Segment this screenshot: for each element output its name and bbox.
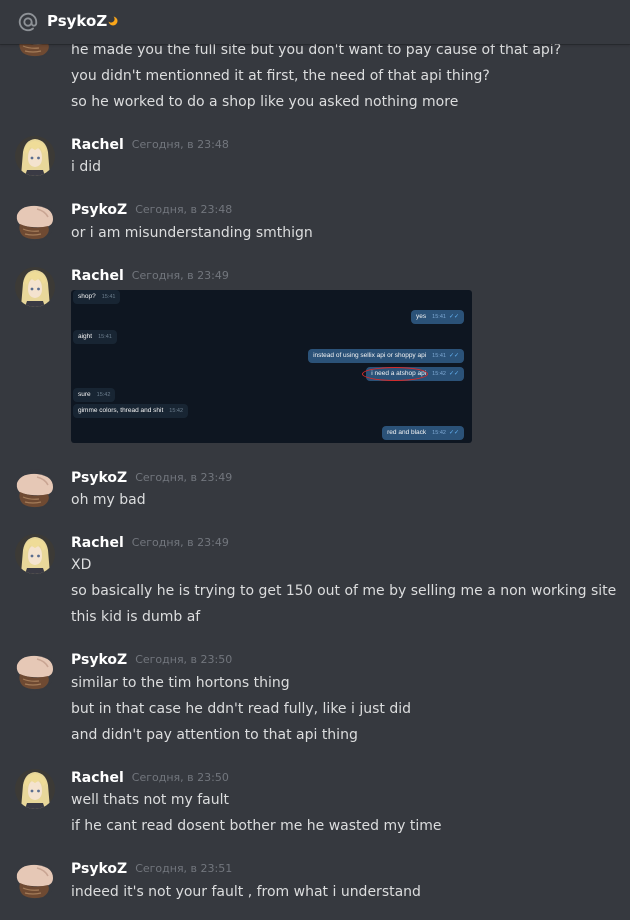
username-label[interactable]: Rachel (71, 535, 124, 551)
username[interactable]: PsykoZ Сегодня, в 23:51 (71, 860, 232, 878)
message-text: but in that case he ddn't read fully, li… (71, 701, 411, 717)
at-sign-icon (18, 12, 38, 32)
avatar[interactable] (15, 136, 55, 176)
message-text: so he worked to do a shop like you asked… (71, 94, 459, 110)
timestamp: Сегодня, в 23:48 (131, 138, 229, 151)
username-label[interactable]: Rachel (71, 770, 124, 786)
timestamp: Сегодня, в 23:49 (131, 536, 229, 549)
message-text: if he cant read dosent bother me he wast… (71, 818, 442, 834)
double-check-icon: ✓✓ (448, 314, 459, 320)
timestamp: Сегодня, в 23:50 (135, 653, 233, 666)
timestamp: Сегодня, в 23:49 (131, 269, 229, 282)
message-text: this kid is dumb af (71, 609, 201, 625)
bubble-text: yes (416, 313, 427, 320)
username[interactable]: Rachel Сегодня, в 23:48 (71, 136, 229, 154)
message-text: indeed it's not your fault , from what i… (71, 884, 421, 900)
bubble-time: 15:41 (101, 294, 116, 300)
channel-name: PsykoZ (47, 12, 108, 30)
avatar[interactable] (15, 201, 55, 241)
timestamp: Сегодня, в 23:51 (135, 862, 233, 875)
message-text: so basically he is trying to get 150 out… (71, 583, 617, 599)
message-text: XD (71, 557, 92, 573)
avatar[interactable] (15, 469, 55, 509)
chat-bubble: sure 15:42 (73, 388, 116, 402)
timestamp: Сегодня, в 23:48 (135, 203, 233, 216)
chat-bubble: instead of using sellix api or shoppy ap… (308, 349, 464, 363)
bubble-time: 15:41 (98, 334, 112, 340)
avatar[interactable] (15, 860, 55, 900)
double-check-icon: ✓✓ (448, 371, 459, 377)
username-label[interactable]: Rachel (71, 268, 124, 284)
chat-bubble: aight 15:41 (73, 330, 117, 344)
chat-bubble: gimme colors, thread and shit 15:42 (73, 404, 189, 418)
bubble-time: 15:41 (432, 353, 446, 359)
username-label[interactable]: PsykoZ (71, 861, 127, 877)
chat-bubble: yes 15:41 ✓✓ (411, 310, 464, 324)
bubble-text: red and black (387, 429, 427, 436)
bubble-text: sure (78, 391, 91, 398)
message-text: i did (71, 159, 102, 175)
bubble-time: 15:42 (432, 371, 446, 377)
username[interactable]: Rachel Сегодня, в 23:50 (71, 769, 229, 787)
username-label[interactable]: PsykoZ (71, 652, 127, 668)
double-check-icon: ✓✓ (448, 430, 459, 436)
username[interactable]: PsykoZ Сегодня, в 23:49 (71, 469, 232, 487)
red-circle-annotation (362, 367, 428, 381)
avatar[interactable] (15, 651, 55, 691)
bubble-text: shop? (78, 293, 96, 300)
timestamp: Сегодня, в 23:50 (131, 771, 229, 784)
bubble-text: aight (78, 333, 93, 340)
avatar[interactable] (15, 769, 55, 809)
message-text: oh my bad (71, 492, 146, 508)
username[interactable]: Rachel Сегодня, в 23:49 (71, 534, 229, 552)
bubble-time: 15:42 (432, 430, 446, 436)
username[interactable]: Rachel Сегодня, в 23:49 (71, 267, 229, 285)
chat-bubble: red and black 15:42 ✓✓ (382, 426, 464, 440)
channel-header: PsykoZ (0, 0, 630, 44)
username-label[interactable]: PsykoZ (71, 470, 127, 486)
image-attachment[interactable]: shop? 15:41 yes 15:41 ✓✓ aight 15:41 instead… (71, 290, 472, 443)
avatar[interactable] (15, 534, 55, 574)
username[interactable]: PsykoZ Сегодня, в 23:48 (71, 201, 232, 219)
avatar[interactable] (15, 267, 55, 307)
message-text: well thats not my fault (71, 792, 229, 808)
message-text: and didn't pay attention to that api thi… (71, 727, 358, 743)
message-text: or i am misunderstanding smthign (71, 225, 313, 241)
username[interactable]: PsykoZ Сегодня, в 23:50 (71, 651, 232, 669)
bubble-time: 15:42 (169, 408, 184, 414)
bubble-text: gimme colors, thread and shit (78, 407, 164, 414)
double-check-icon: ✓✓ (448, 353, 459, 359)
chat-bubble: shop? 15:41 (73, 290, 121, 304)
username-label[interactable]: Rachel (71, 137, 124, 153)
bubble-time: 15:41 (432, 314, 446, 320)
message-list[interactable]: he made you the full site but you don't … (0, 0, 630, 920)
moon-icon (107, 15, 118, 26)
message-text: similar to the tim hortons thing (71, 675, 290, 691)
bubble-time: 15:42 (96, 392, 111, 398)
bubble-text: instead of using sellix api or shoppy ap… (313, 352, 427, 359)
message-text: you didn't mentionned it at first, the n… (71, 68, 490, 84)
timestamp: Сегодня, в 23:49 (135, 471, 233, 484)
username-label[interactable]: PsykoZ (71, 202, 127, 218)
